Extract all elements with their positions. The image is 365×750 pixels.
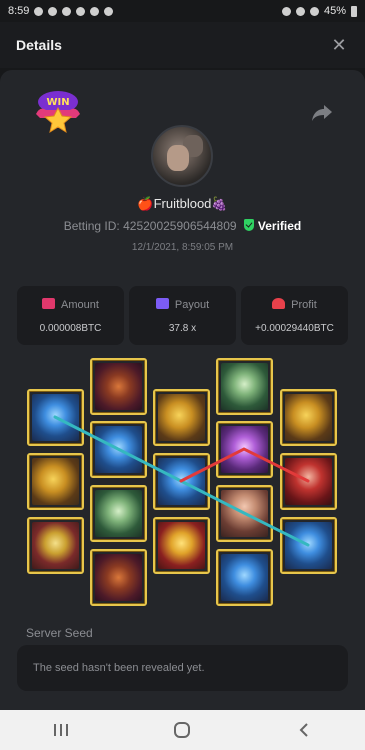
avatar bbox=[151, 125, 213, 187]
stat-card-amount: Amount 0.000008BTC bbox=[17, 286, 124, 345]
details-header: Details ✕ bbox=[0, 22, 365, 68]
notification-icon bbox=[62, 6, 72, 16]
amount-icon bbox=[42, 298, 56, 309]
tile-lady bbox=[216, 485, 273, 542]
tile-jade-comb bbox=[27, 517, 84, 574]
slot-grid bbox=[0, 355, 365, 610]
win-badge-icon: WIN bbox=[36, 91, 80, 134]
amount-label: Amount bbox=[61, 299, 99, 311]
verified-shield-icon bbox=[243, 219, 254, 231]
verified-label: Verified bbox=[257, 219, 302, 233]
profit-icon bbox=[272, 298, 286, 309]
betting-id-label: Betting ID: bbox=[63, 219, 120, 233]
tile-golden-pipa bbox=[153, 389, 210, 446]
payout-value: 37.8 x bbox=[168, 323, 197, 334]
status-bar: 8:59 45% bbox=[0, 0, 365, 22]
profit-value: +0.00029440BTC bbox=[255, 323, 334, 334]
nav-recent-icon[interactable] bbox=[41, 715, 81, 745]
system-navigation-bar bbox=[0, 710, 365, 750]
status-time: 8:59 bbox=[8, 5, 30, 17]
tile-jade-fan bbox=[90, 485, 147, 542]
amount-value: 0.000008BTC bbox=[39, 323, 102, 334]
payout-label: Payout bbox=[174, 299, 210, 311]
notification-icon bbox=[48, 6, 58, 16]
close-icon[interactable]: ✕ bbox=[329, 35, 349, 55]
tile-lotus-pendant bbox=[216, 421, 273, 478]
page-title: Details bbox=[16, 37, 62, 53]
tile-lotus bbox=[27, 389, 84, 446]
notification-icon bbox=[104, 6, 114, 16]
profit-label: Profit bbox=[291, 299, 317, 311]
tile-pipa-lute bbox=[90, 549, 147, 606]
notification-icon bbox=[34, 6, 44, 16]
stat-card-payout: Payout 37.8 x bbox=[129, 286, 236, 345]
betting-id-value: 42520025906544809 bbox=[123, 219, 237, 233]
tile-pipa-lute bbox=[90, 358, 147, 415]
svg-text:WIN: WIN bbox=[46, 97, 69, 108]
tile-lotus bbox=[216, 549, 273, 606]
share-icon[interactable] bbox=[311, 102, 333, 122]
payout-icon bbox=[155, 298, 169, 309]
tile-lotus bbox=[280, 517, 337, 574]
notification-icon bbox=[90, 6, 100, 16]
signal-icon bbox=[309, 6, 319, 16]
nav-home-icon[interactable] bbox=[162, 715, 202, 745]
bet-date: 12/1/2021, 8:59:05 PM bbox=[131, 242, 234, 253]
tile-lotus bbox=[153, 453, 210, 510]
tile-golden-pipa bbox=[280, 389, 337, 446]
server-seed-message: The seed hasn't been revealed yet. bbox=[33, 662, 205, 674]
nav-back-icon[interactable] bbox=[284, 715, 324, 745]
tile-gold-ingots bbox=[153, 517, 210, 574]
battery-level: 45% bbox=[323, 5, 346, 17]
tile-golden-pipa bbox=[27, 453, 84, 510]
battery-icon bbox=[351, 5, 357, 17]
tile-lady-red bbox=[280, 453, 337, 510]
betting-id-row: Betting ID: 42520025906544809 Verified bbox=[0, 219, 365, 233]
server-seed-label: Server Seed bbox=[26, 626, 93, 640]
notification-icon bbox=[76, 6, 86, 16]
tile-jade-fan bbox=[216, 358, 273, 415]
server-seed-box: The seed hasn't been revealed yet. bbox=[17, 645, 348, 691]
stat-card-profit: Profit +0.00029440BTC bbox=[241, 286, 348, 345]
tile-lotus bbox=[90, 421, 147, 478]
username: 🍎Fruitblood🍇 bbox=[137, 196, 228, 211]
alarm-icon bbox=[281, 6, 291, 16]
wifi-icon bbox=[295, 6, 305, 16]
